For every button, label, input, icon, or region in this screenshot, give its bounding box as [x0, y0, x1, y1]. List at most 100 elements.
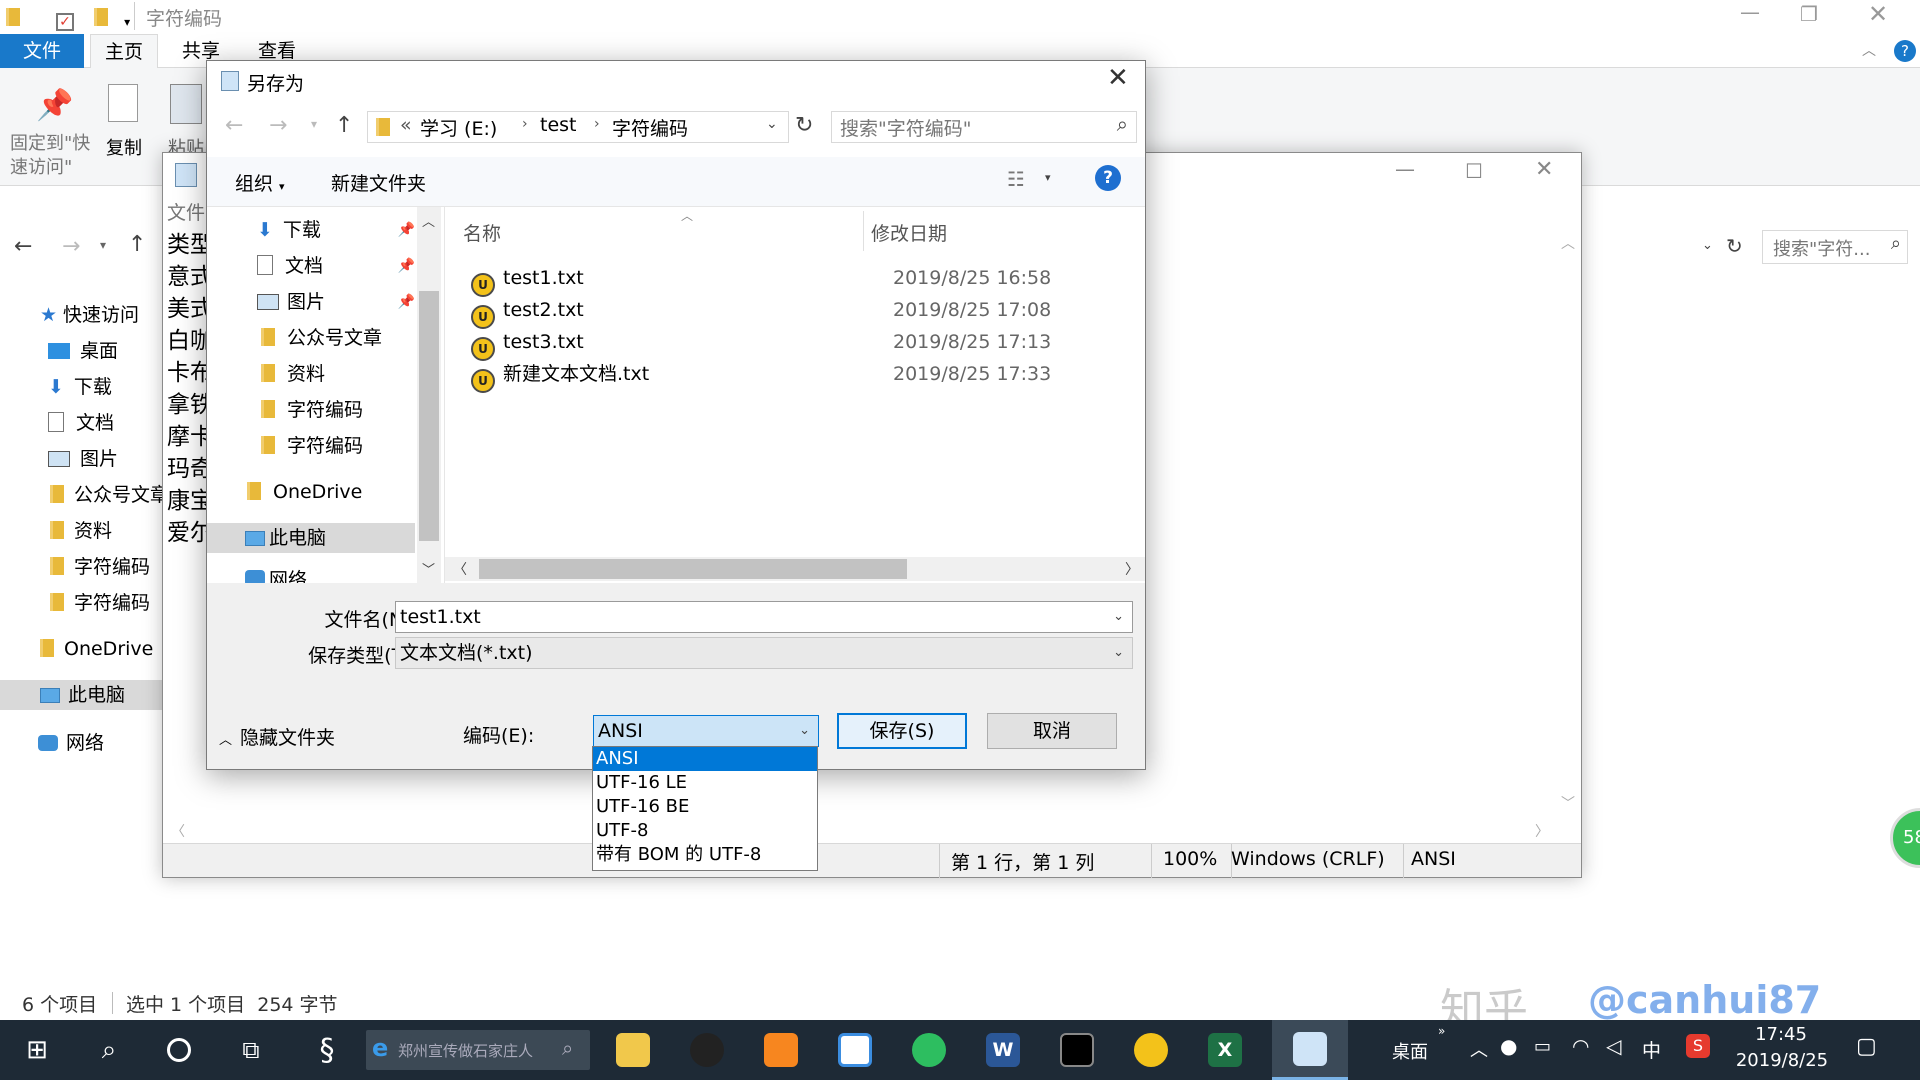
customize-toolbar-icon[interactable]: ▾ [124, 15, 130, 29]
back-arrow-icon[interactable]: ← [225, 113, 243, 138]
collapse-ribbon-icon[interactable]: ︿ [1862, 40, 1876, 60]
nav-folder-encoding-2[interactable]: 字符编码 [50, 588, 150, 618]
nav-pictures[interactable]: 图片 [48, 444, 118, 474]
restore-button[interactable]: ❐ [1800, 2, 1818, 26]
new-folder-icon[interactable] [94, 8, 109, 26]
help-icon[interactable]: ? [1894, 40, 1916, 62]
encoding-option[interactable]: UTF-16 BE [593, 795, 817, 819]
filetype-select[interactable]: 文本文档(*.txt) ⌄ [395, 637, 1133, 669]
dialog-nav-network[interactable]: 网络 [245, 563, 307, 583]
nav-desktop[interactable]: 桌面 [48, 336, 118, 366]
dialog-nav-folder-materials[interactable]: 资料 [261, 359, 325, 389]
view-options-icon[interactable]: ☷ [1007, 167, 1025, 191]
pin-icon[interactable]: 📌 [398, 287, 415, 317]
filename-input[interactable]: test1.txt ⌄ [395, 601, 1133, 633]
explorer-address-bar-tail[interactable]: ⌄ [1582, 232, 1730, 264]
app-ultraedit[interactable] [1114, 1020, 1188, 1080]
up-arrow-icon[interactable]: ↑ [335, 113, 353, 138]
encoding-option[interactable]: UTF-16 LE [593, 771, 817, 795]
scroll-up-icon[interactable]: ︿ [422, 211, 435, 230]
refresh-icon[interactable]: ↻ [795, 113, 813, 138]
dialog-nav-folder-encoding-1[interactable]: 字符编码 [261, 395, 363, 425]
nav-scrollbar[interactable]: ︿ ﹀ [417, 207, 441, 583]
file-row[interactable]: Utest2.txt 2019/8/25 17:08 [471, 295, 1091, 329]
nav-downloads[interactable]: ⬇ 下载 [48, 372, 112, 402]
scroll-right-icon[interactable]: 〉 [1125, 559, 1139, 579]
app-notepad-active[interactable] [1272, 1020, 1348, 1080]
breadcrumb-current[interactable]: 字符编码 [612, 114, 688, 141]
tab-home[interactable]: 主页 [90, 34, 159, 68]
dialog-nav-folder-articles[interactable]: 公众号文章 [261, 323, 382, 353]
chevron-down-icon[interactable]: ⌄ [799, 716, 810, 746]
dialog-nav-this-pc[interactable]: 此电脑 [207, 523, 415, 553]
file-row[interactable]: U 新建文本文档.txt 2019/8/25 17:33 [471, 359, 1091, 393]
scroll-thumb[interactable] [479, 559, 907, 579]
clock-date[interactable]: 2019/8/25 [1732, 1050, 1832, 1071]
app-word[interactable]: W [966, 1020, 1040, 1080]
hide-folders-toggle[interactable]: ︿ 隐藏文件夹 [219, 723, 335, 750]
chevron-right-icon[interactable]: › [522, 116, 528, 132]
notepad-minimize-button[interactable]: — [1395, 157, 1415, 181]
pin-icon[interactable]: 📌 [36, 88, 73, 123]
notification-icon[interactable]: ▢ [1856, 1034, 1877, 1059]
encoding-option[interactable]: UTF-8 [593, 819, 817, 843]
notepad-close-button[interactable]: ✕ [1535, 157, 1553, 182]
back-arrow-icon[interactable]: ← [14, 234, 32, 259]
chevron-down-icon[interactable]: ▾ [1045, 171, 1051, 184]
dialog-nav-downloads[interactable]: ⬇ 下载 📌 [257, 215, 427, 245]
qq-tray-icon[interactable]: ● [1500, 1034, 1517, 1058]
forward-arrow-icon[interactable]: → [62, 234, 80, 259]
cortana-button[interactable] [142, 1020, 216, 1080]
scroll-thumb[interactable] [419, 291, 439, 541]
sogou-input-icon[interactable]: S [1686, 1034, 1710, 1058]
scroll-down-icon[interactable]: ﹀ [422, 559, 435, 578]
nav-network[interactable]: 网络 [38, 728, 104, 758]
new-folder-button[interactable]: 新建文件夹 [331, 169, 426, 196]
app-excel[interactable]: X [1188, 1020, 1262, 1080]
chevron-up-icon[interactable]: ︿ [1470, 1036, 1488, 1062]
copy-label[interactable]: 复制 [106, 134, 142, 160]
nav-folder-materials[interactable]: 资料 [50, 516, 112, 546]
dialog-nav-pictures[interactable]: 图片 📌 [257, 287, 427, 317]
pin-icon[interactable]: 📌 [398, 215, 415, 245]
file-row[interactable]: Utest3.txt 2019/8/25 17:13 [471, 327, 1091, 361]
nav-this-pc[interactable]: 此电脑 [0, 680, 165, 710]
dialog-search-input[interactable]: 搜索"字符编码" ⌕ [831, 111, 1137, 143]
column-header-date[interactable]: 修改日期 [871, 219, 947, 246]
breadcrumb-test[interactable]: test [540, 114, 577, 136]
forward-arrow-icon[interactable]: → [269, 113, 287, 138]
paste-icon[interactable] [170, 84, 202, 124]
volume-icon[interactable]: ◁ [1606, 1034, 1621, 1058]
app-swirl[interactable]: § [290, 1020, 364, 1080]
properties-icon[interactable]: ✓ [56, 13, 75, 31]
toolbar-expand-icon[interactable]: » [1438, 1024, 1445, 1038]
app-browser[interactable] [744, 1020, 818, 1080]
encoding-option[interactable]: 带有 BOM 的 UTF-8 [593, 843, 817, 867]
dialog-nav-documents[interactable]: 文档 📌 [257, 251, 427, 281]
nav-onedrive[interactable]: OneDrive [40, 634, 153, 664]
ime-indicator[interactable]: 中 [1642, 1036, 1661, 1063]
column-header-name[interactable]: 名称 [463, 219, 501, 246]
battery-icon[interactable]: ▭ [1534, 1036, 1551, 1057]
breadcrumb-overflow[interactable]: « [400, 114, 412, 136]
chevron-down-icon[interactable]: ⌄ [1702, 238, 1713, 253]
copy-icon[interactable] [108, 84, 138, 122]
floating-badge[interactable]: 58 [1890, 808, 1920, 868]
pin-to-quick-access-label[interactable]: 固定到"快 速访问" [10, 132, 90, 180]
scroll-left-icon[interactable]: 〈 [453, 559, 467, 579]
pin-icon[interactable]: 📌 [398, 251, 415, 281]
wifi-icon[interactable]: ◠ [1572, 1034, 1589, 1058]
encoding-option[interactable]: ANSI [593, 747, 817, 771]
search-icon[interactable]: ⌕ [1891, 233, 1901, 254]
scroll-right-icon[interactable]: 〉 [1535, 821, 1549, 841]
clock-time[interactable]: 17:45 [1738, 1024, 1824, 1045]
nav-documents[interactable]: 文档 [48, 408, 114, 438]
encoding-select[interactable]: ANSI ⌄ [593, 715, 819, 747]
notepad-maximize-button[interactable]: ☐ [1465, 159, 1483, 183]
app-qq[interactable] [670, 1020, 744, 1080]
organize-button[interactable]: 组织 ▾ [235, 169, 285, 196]
scroll-up-icon[interactable]: ︿ [1561, 233, 1575, 253]
chevron-right-icon[interactable]: › [594, 116, 600, 132]
search-button[interactable]: ⌕ [72, 1020, 146, 1080]
cancel-button[interactable]: 取消 [987, 713, 1117, 749]
